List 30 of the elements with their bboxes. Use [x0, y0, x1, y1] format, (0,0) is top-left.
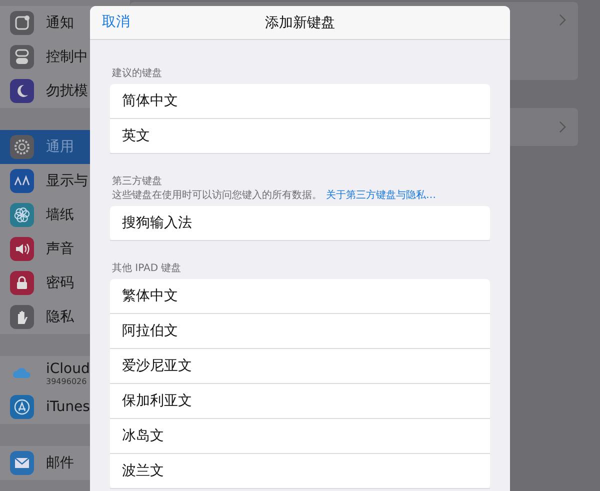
keyboard-row[interactable]: 英文 — [110, 119, 490, 154]
modal-title: 添加新键盘 — [265, 14, 335, 32]
store-icon — [10, 395, 34, 419]
text-icon — [10, 169, 34, 193]
bell-icon — [10, 11, 34, 35]
section-header: 第三方键盘 — [111, 174, 163, 188]
keyboard-row[interactable]: 爱沙尼亚文 — [110, 349, 490, 384]
chevron-icon — [559, 121, 566, 133]
section-header: 其他 IPAD 键盘 — [111, 262, 182, 275]
chevron-icon — [559, 14, 566, 26]
keyboard-row[interactable]: 冰岛文 — [110, 419, 490, 454]
privacy-link[interactable]: 关于第三方键盘与隐私… — [326, 188, 436, 202]
moon-icon — [10, 79, 34, 103]
keyboard-row[interactable]: 简体中文 — [110, 84, 490, 119]
keyboard-row[interactable]: 波兰文 — [110, 454, 490, 489]
mail-icon — [10, 451, 34, 475]
keyboard-row[interactable]: 繁体中文 — [110, 279, 490, 314]
speaker-icon — [10, 237, 34, 261]
hand-icon — [10, 305, 34, 329]
keyboard-row[interactable]: 保加利亚文 — [110, 384, 490, 419]
gear-icon — [10, 135, 34, 159]
section-note: 这些键盘在使用时可以访问您键入的所有数据。 — [112, 188, 322, 202]
account-number: 39496026 — [46, 376, 88, 386]
section-header: 建议的键盘 — [111, 66, 163, 80]
switch-icon — [10, 45, 34, 69]
lock-icon — [10, 271, 34, 295]
flower-icon — [10, 203, 34, 227]
keyboard-row[interactable]: 搜狗输入法 — [110, 206, 490, 241]
cancel-button[interactable]: 取消 — [102, 13, 130, 31]
keyboard-row[interactable]: 阿拉伯文 — [110, 314, 490, 349]
